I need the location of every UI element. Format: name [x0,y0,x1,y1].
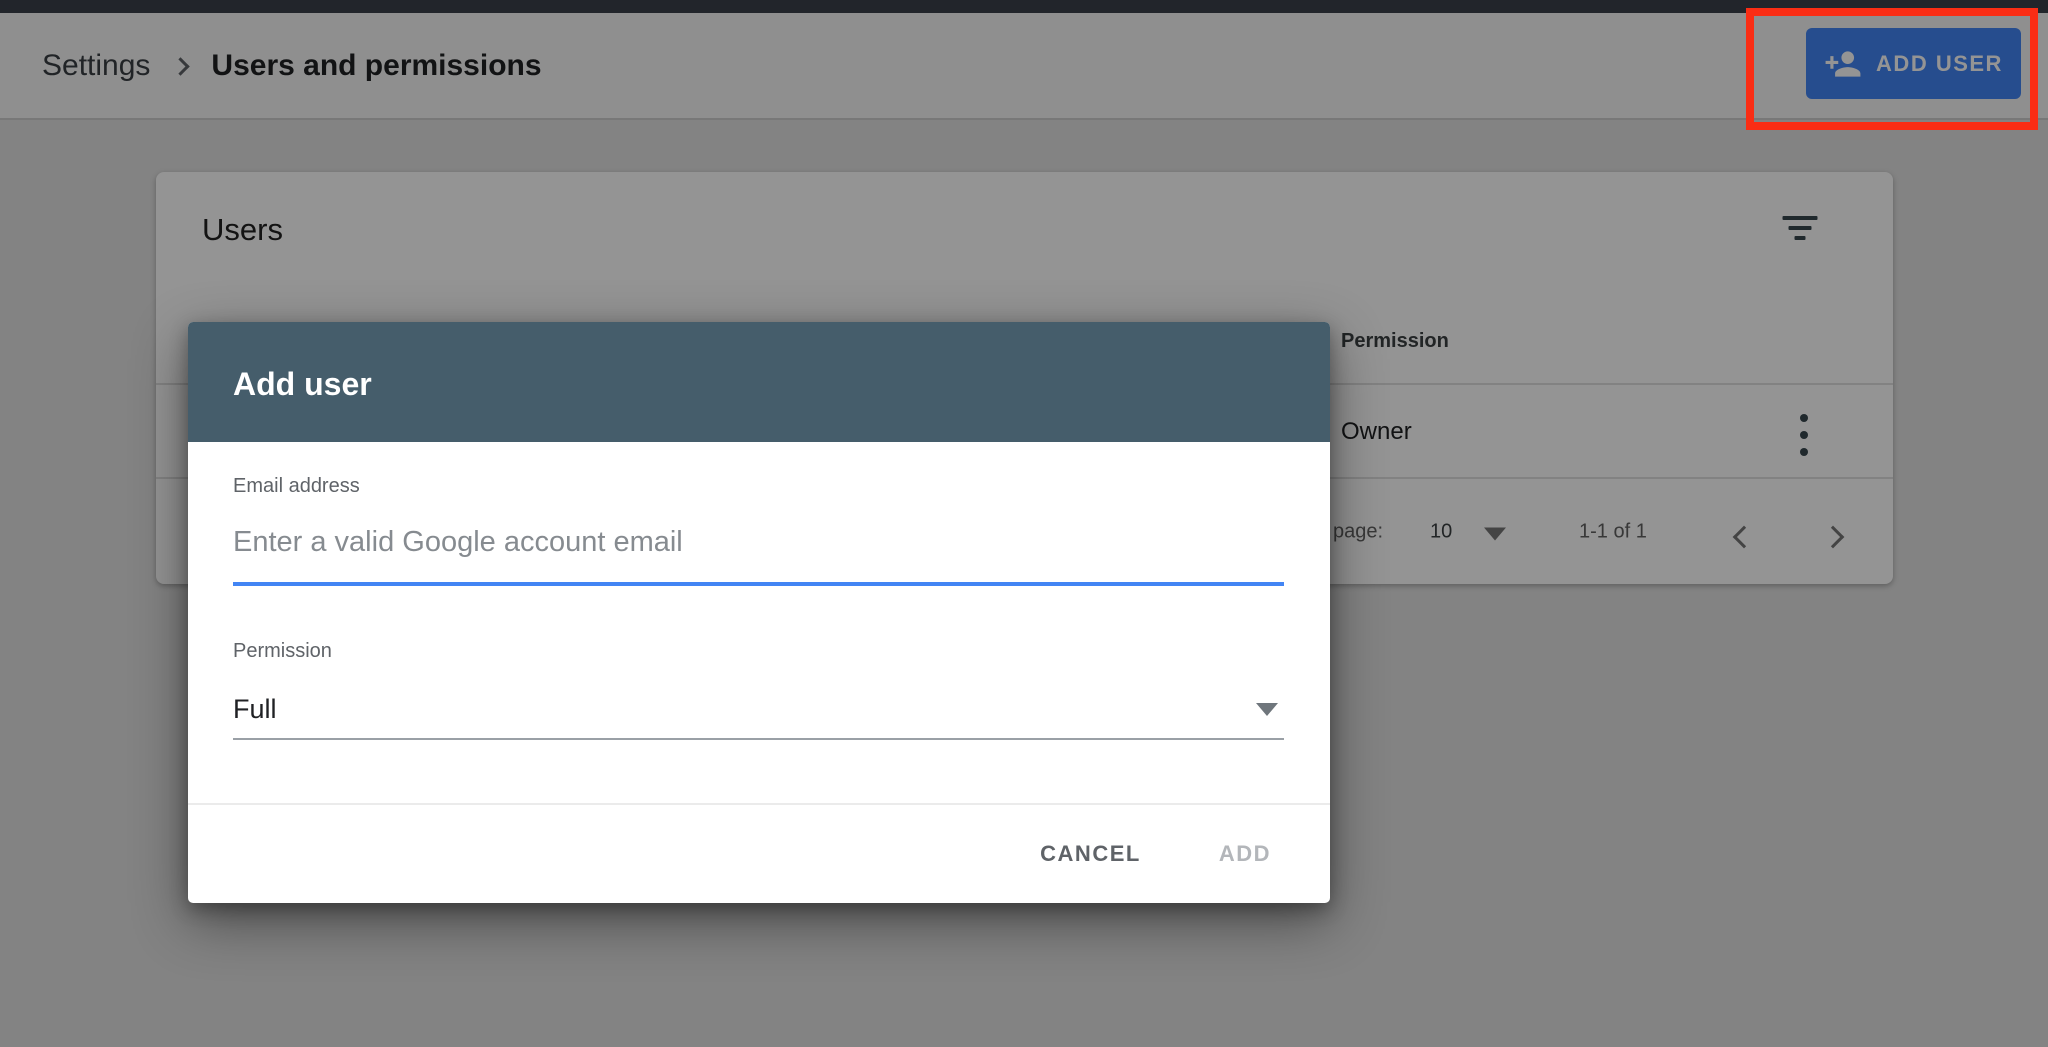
email-input[interactable] [233,508,1284,586]
cancel-button[interactable]: CANCEL [1034,831,1147,877]
add-button[interactable]: ADD [1213,831,1277,877]
dialog-header: Add user [188,322,1330,442]
permission-select[interactable]: Full [233,680,1284,740]
dialog-footer: CANCEL ADD [188,803,1330,903]
permission-selected-value: Full [233,694,277,725]
add-user-dialog: Add user Email address Permission Full C… [188,322,1330,903]
annotation-highlight-box [1746,8,2038,130]
permission-field-label: Permission [233,640,332,663]
screen: Settings Users and permissions ADD USER … [0,0,2048,1047]
email-field-label: Email address [233,475,360,498]
dialog-title: Add user [233,366,372,403]
dropdown-caret-icon [1256,703,1278,716]
